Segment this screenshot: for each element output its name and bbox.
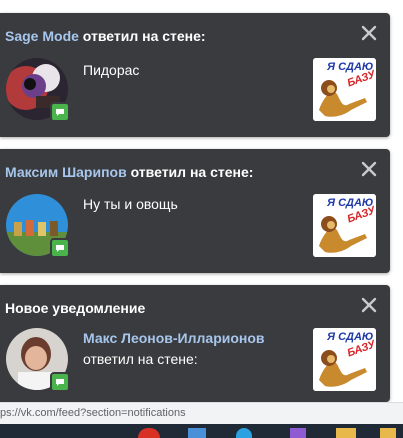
- notification-author[interactable]: Максим Шарипов: [5, 164, 127, 180]
- comment-badge-icon: [50, 372, 70, 392]
- notification-message: Пидорас: [83, 62, 140, 78]
- notification-title: Новое уведомление: [5, 300, 146, 316]
- app-icon[interactable]: [236, 428, 252, 438]
- comment-badge-icon: [50, 238, 70, 258]
- comment-badge-icon: [50, 102, 70, 122]
- notification-header: Максим Шарипов ответил на стене:: [5, 164, 350, 180]
- notification-card[interactable]: Максим Шарипов ответил на стене: Ну ты и…: [0, 149, 390, 273]
- notification-action: ответил на стене:: [78, 28, 206, 44]
- attachment-thumbnail[interactable]: Я СДАЮ БАЗУ: [313, 328, 376, 391]
- notification-author[interactable]: Макс Леонов-Илларионов: [83, 330, 265, 346]
- avatar[interactable]: [6, 328, 70, 392]
- browser-status-bar: ps://vk.com/feed?section=notifications: [0, 402, 403, 425]
- folder-icon[interactable]: [188, 428, 206, 438]
- app-icon[interactable]: [380, 428, 396, 438]
- visual-studio-icon[interactable]: [290, 428, 306, 438]
- file-explorer-icon[interactable]: [336, 428, 356, 438]
- notification-action: ответил на стене:: [126, 164, 254, 180]
- status-url: ps://vk.com/feed?section=notifications: [0, 407, 186, 419]
- attachment-thumbnail[interactable]: Я СДАЮ БАЗУ: [313, 58, 376, 121]
- notification-header: Sage Mode ответил на стене:: [5, 28, 350, 44]
- attachment-thumbnail[interactable]: Я СДАЮ БАЗУ: [313, 194, 376, 257]
- close-icon[interactable]: [360, 160, 378, 178]
- notification-message: Ну ты и овощь: [83, 196, 178, 212]
- notification-card[interactable]: Sage Mode ответил на стене: Пидорас Я СД…: [0, 13, 390, 137]
- notification-message: ответил на стене:: [83, 351, 198, 367]
- close-icon[interactable]: [360, 296, 378, 314]
- taskbar: [0, 424, 403, 438]
- avatar[interactable]: [6, 58, 70, 122]
- notification-card[interactable]: Новое уведомление Макс Леонов-Илларионов…: [0, 285, 390, 402]
- notification-body: Макс Леонов-Илларионов ответил на стене:: [83, 330, 265, 367]
- chrome-icon[interactable]: [138, 428, 160, 438]
- avatar[interactable]: [6, 194, 70, 258]
- close-icon[interactable]: [360, 24, 378, 42]
- notification-author[interactable]: Sage Mode: [5, 28, 79, 44]
